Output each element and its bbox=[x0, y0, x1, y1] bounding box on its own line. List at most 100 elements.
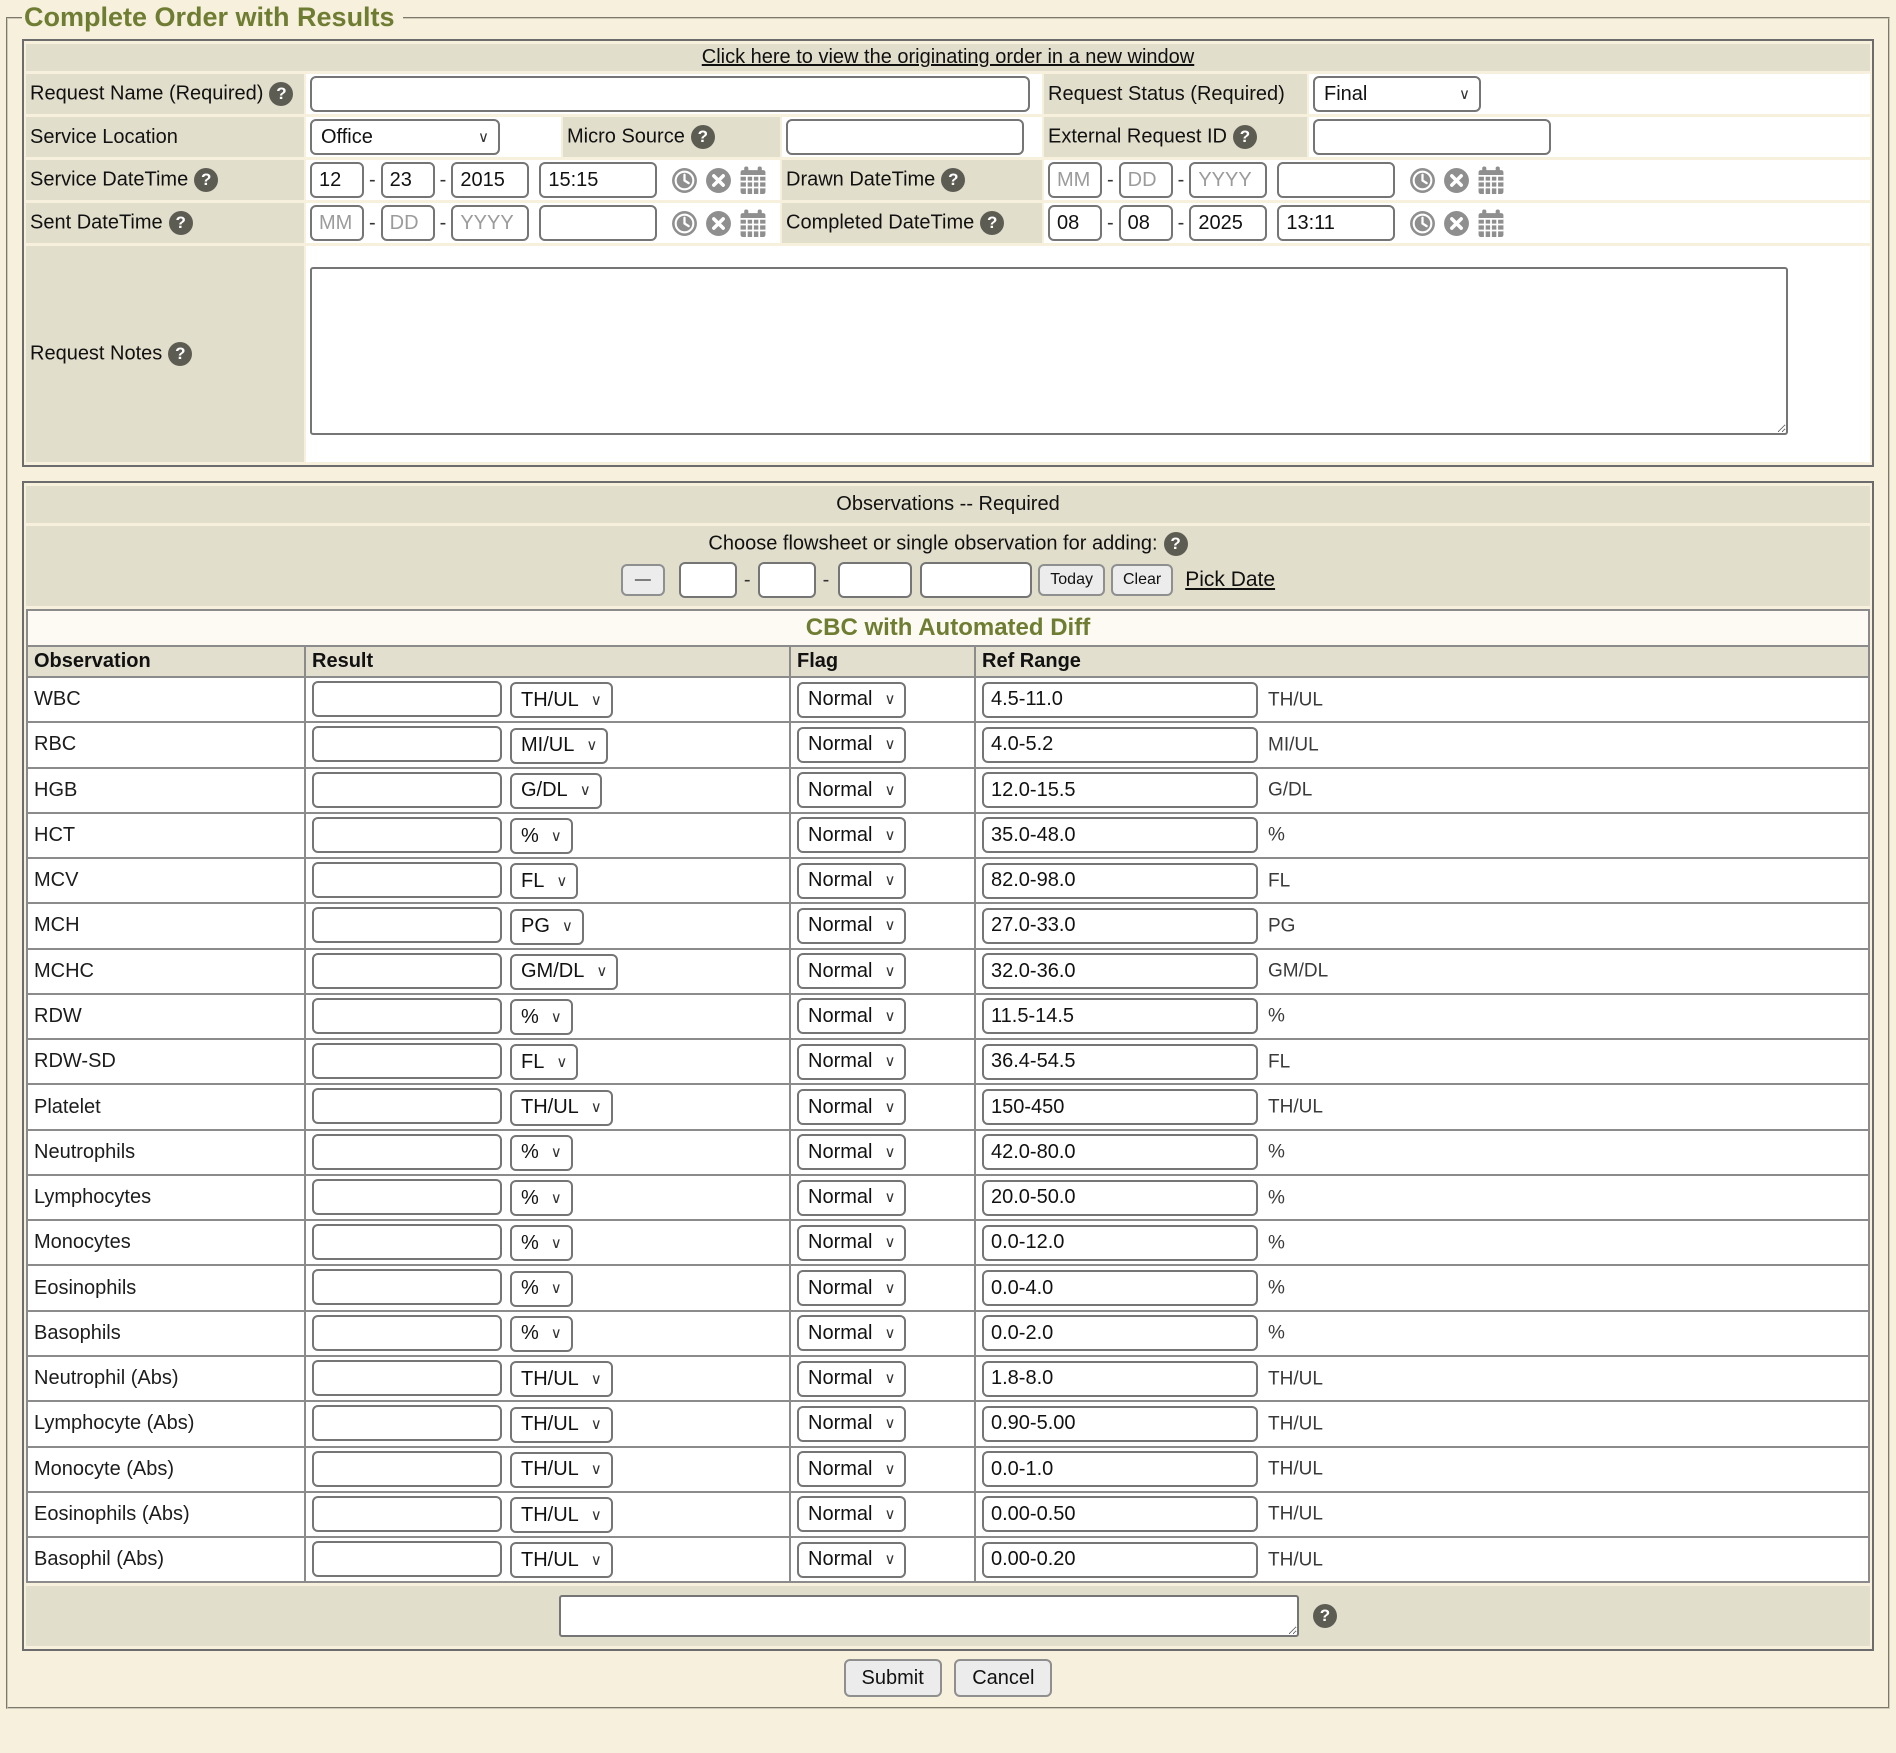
service-year-input[interactable] bbox=[451, 162, 529, 198]
ref-range-input[interactable] bbox=[982, 1496, 1258, 1532]
result-unit-select[interactable]: %∨ bbox=[510, 818, 573, 854]
ref-range-input[interactable] bbox=[982, 1361, 1258, 1397]
flag-select[interactable]: Normal∨ bbox=[797, 1180, 906, 1216]
calendar-icon[interactable] bbox=[1477, 166, 1505, 195]
remove-flowsheet-button[interactable]: — bbox=[621, 564, 665, 596]
calendar-icon[interactable] bbox=[1477, 209, 1505, 238]
sent-month-input[interactable] bbox=[310, 205, 364, 241]
submit-button[interactable]: Submit bbox=[844, 1659, 942, 1697]
drawn-year-input[interactable] bbox=[1189, 162, 1267, 198]
completed-time-input[interactable] bbox=[1277, 205, 1395, 241]
clock-icon[interactable] bbox=[671, 167, 698, 194]
result-input[interactable] bbox=[312, 1179, 502, 1215]
result-unit-select[interactable]: PG∨ bbox=[510, 909, 584, 945]
flag-select[interactable]: Normal∨ bbox=[797, 682, 906, 718]
flag-select[interactable]: Normal∨ bbox=[797, 1406, 906, 1442]
result-unit-select[interactable]: FL∨ bbox=[510, 863, 578, 899]
result-unit-select[interactable]: TH/UL∨ bbox=[510, 1542, 613, 1578]
flag-select[interactable]: Normal∨ bbox=[797, 1315, 906, 1351]
help-icon[interactable]: ? bbox=[691, 125, 715, 149]
ref-range-input[interactable] bbox=[982, 1542, 1258, 1578]
drawn-time-input[interactable] bbox=[1277, 162, 1395, 198]
result-input[interactable] bbox=[312, 907, 502, 943]
sent-time-input[interactable] bbox=[539, 205, 657, 241]
result-input[interactable] bbox=[312, 953, 502, 989]
help-icon[interactable]: ? bbox=[941, 168, 965, 192]
service-month-input[interactable] bbox=[310, 162, 364, 198]
ref-range-input[interactable] bbox=[982, 772, 1258, 808]
result-input[interactable] bbox=[312, 1496, 502, 1532]
sent-day-input[interactable] bbox=[381, 205, 435, 241]
ref-range-input[interactable] bbox=[982, 863, 1258, 899]
chooser-year-input[interactable] bbox=[838, 562, 912, 598]
flag-select[interactable]: Normal∨ bbox=[797, 1361, 906, 1397]
ref-range-input[interactable] bbox=[982, 1134, 1258, 1170]
result-input[interactable] bbox=[312, 1541, 502, 1577]
completed-day-input[interactable] bbox=[1119, 205, 1173, 241]
result-unit-select[interactable]: G/DL∨ bbox=[510, 773, 602, 809]
ref-range-input[interactable] bbox=[982, 1451, 1258, 1487]
result-input[interactable] bbox=[312, 1405, 502, 1441]
result-input[interactable] bbox=[312, 1360, 502, 1396]
calendar-icon[interactable] bbox=[739, 209, 767, 238]
flag-select[interactable]: Normal∨ bbox=[797, 1496, 906, 1532]
request-notes-textarea[interactable] bbox=[310, 267, 1788, 435]
flag-select[interactable]: Normal∨ bbox=[797, 953, 906, 989]
result-input[interactable] bbox=[312, 1134, 502, 1170]
flag-select[interactable]: Normal∨ bbox=[797, 998, 906, 1034]
result-input[interactable] bbox=[312, 1043, 502, 1079]
ref-range-input[interactable] bbox=[982, 1406, 1258, 1442]
clear-date-icon[interactable] bbox=[705, 210, 732, 237]
sent-year-input[interactable] bbox=[451, 205, 529, 241]
result-unit-select[interactable]: TH/UL∨ bbox=[510, 1361, 613, 1397]
result-input[interactable] bbox=[312, 772, 502, 808]
result-unit-select[interactable]: %∨ bbox=[510, 1225, 573, 1261]
help-icon[interactable]: ? bbox=[1313, 1604, 1337, 1628]
flag-select[interactable]: Normal∨ bbox=[797, 1270, 906, 1306]
result-unit-select[interactable]: GM/DL∨ bbox=[510, 954, 618, 990]
flag-select[interactable]: Normal∨ bbox=[797, 863, 906, 899]
ref-range-input[interactable] bbox=[982, 1315, 1258, 1351]
result-input[interactable] bbox=[312, 1451, 502, 1487]
chooser-day-input[interactable] bbox=[758, 562, 816, 598]
help-icon[interactable]: ? bbox=[269, 82, 293, 106]
result-input[interactable] bbox=[312, 998, 502, 1034]
flag-select[interactable]: Normal∨ bbox=[797, 908, 906, 944]
result-input[interactable] bbox=[312, 1269, 502, 1305]
result-unit-select[interactable]: TH/UL∨ bbox=[510, 1407, 613, 1443]
clear-date-icon[interactable] bbox=[705, 167, 732, 194]
clear-date-icon[interactable] bbox=[1443, 167, 1470, 194]
help-icon[interactable]: ? bbox=[1164, 532, 1188, 556]
result-input[interactable] bbox=[312, 726, 502, 762]
service-time-input[interactable] bbox=[539, 162, 657, 198]
help-icon[interactable]: ? bbox=[194, 168, 218, 192]
clear-button[interactable]: Clear bbox=[1111, 564, 1173, 596]
drawn-day-input[interactable] bbox=[1119, 162, 1173, 198]
completed-month-input[interactable] bbox=[1048, 205, 1102, 241]
help-icon[interactable]: ? bbox=[980, 211, 1004, 235]
result-unit-select[interactable]: TH/UL∨ bbox=[510, 1452, 613, 1488]
flag-select[interactable]: Normal∨ bbox=[797, 817, 906, 853]
flag-select[interactable]: Normal∨ bbox=[797, 1044, 906, 1080]
result-input[interactable] bbox=[312, 1224, 502, 1260]
observation-note-textarea[interactable] bbox=[559, 1595, 1299, 1637]
clock-icon[interactable] bbox=[671, 210, 698, 237]
cancel-button[interactable]: Cancel bbox=[954, 1659, 1052, 1697]
help-icon[interactable]: ? bbox=[168, 342, 192, 366]
help-icon[interactable]: ? bbox=[1233, 125, 1257, 149]
micro-source-input[interactable] bbox=[786, 119, 1024, 155]
clock-icon[interactable] bbox=[1409, 167, 1436, 194]
clear-date-icon[interactable] bbox=[1443, 210, 1470, 237]
ref-range-input[interactable] bbox=[982, 1044, 1258, 1080]
ref-range-input[interactable] bbox=[982, 953, 1258, 989]
flag-select[interactable]: Normal∨ bbox=[797, 1225, 906, 1261]
flag-select[interactable]: Normal∨ bbox=[797, 1134, 906, 1170]
result-input[interactable] bbox=[312, 1315, 502, 1351]
result-unit-select[interactable]: MI/UL∨ bbox=[510, 728, 608, 764]
drawn-month-input[interactable] bbox=[1048, 162, 1102, 198]
flag-select[interactable]: Normal∨ bbox=[797, 772, 906, 808]
ref-range-input[interactable] bbox=[982, 1270, 1258, 1306]
result-unit-select[interactable]: FL∨ bbox=[510, 1044, 578, 1080]
result-unit-select[interactable]: %∨ bbox=[510, 1316, 573, 1352]
request-name-input[interactable] bbox=[310, 76, 1030, 112]
